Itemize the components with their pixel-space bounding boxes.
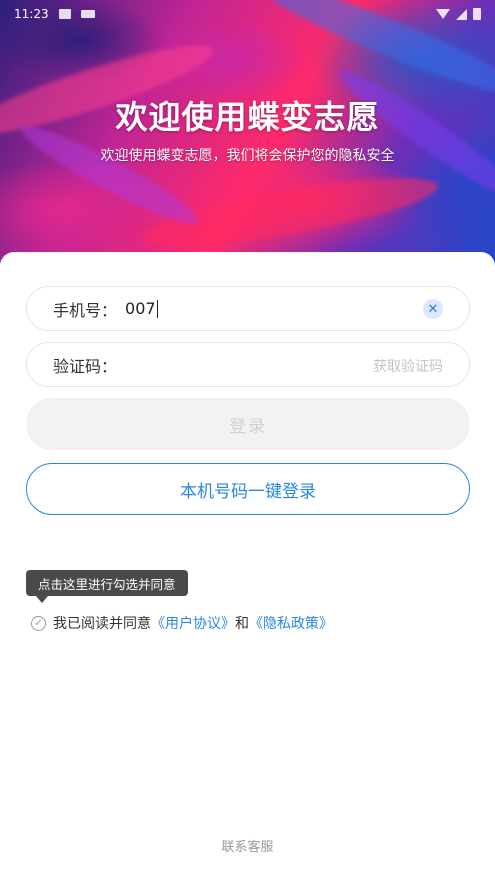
agreement-prefix: 我已阅读并同意 [53, 616, 151, 632]
text-caret [156, 299, 158, 318]
page-subtitle: 欢迎使用蝶变志愿，我们将会保护您的隐私安全 [100, 148, 395, 164]
status-time: 11:23 [14, 7, 49, 21]
tooltip-arrow [36, 596, 48, 603]
hero-banner: 11:23 欢迎使用蝶变志愿 欢迎使用蝶变志愿，我们将会保护您的隐私安全 [0, 0, 495, 270]
agreement-row: ✓ 我已阅读并同意 《用户协议》 和 《隐私政策》 [31, 613, 333, 633]
status-bar: 11:23 [0, 0, 495, 28]
agreement-and: 和 [235, 616, 249, 632]
agree-checkbox-icon[interactable]: ✓ [31, 615, 46, 631]
agreement-tooltip: 点击这里进行勾选并同意 [26, 570, 188, 596]
notification-icon [58, 9, 71, 19]
page-title: 欢迎使用蝶变志愿 [115, 98, 380, 136]
battery-icon [473, 8, 481, 20]
user-agreement-link[interactable]: 《用户协议》 [151, 613, 235, 633]
onekey-login-button[interactable]: 本机号码一键登录 [26, 463, 470, 515]
phone-input[interactable]: 007 [125, 299, 156, 318]
phone-label: 手机号： [53, 300, 118, 320]
signal-icon [456, 8, 467, 20]
get-code-button[interactable]: 获取验证码 [373, 356, 443, 376]
phone-field[interactable]: 手机号： 007 ✕ [26, 286, 470, 331]
keyboard-icon [80, 10, 95, 18]
login-button[interactable]: 登录 [26, 398, 470, 450]
clear-icon[interactable]: ✕ [423, 299, 443, 319]
wifi-icon [436, 9, 450, 19]
privacy-policy-link[interactable]: 《隐私政策》 [249, 613, 333, 633]
code-label: 验证码： [53, 356, 118, 376]
contact-support-link[interactable]: 联系客服 [0, 836, 495, 855]
code-field[interactable]: 验证码： 获取验证码 [26, 342, 470, 387]
